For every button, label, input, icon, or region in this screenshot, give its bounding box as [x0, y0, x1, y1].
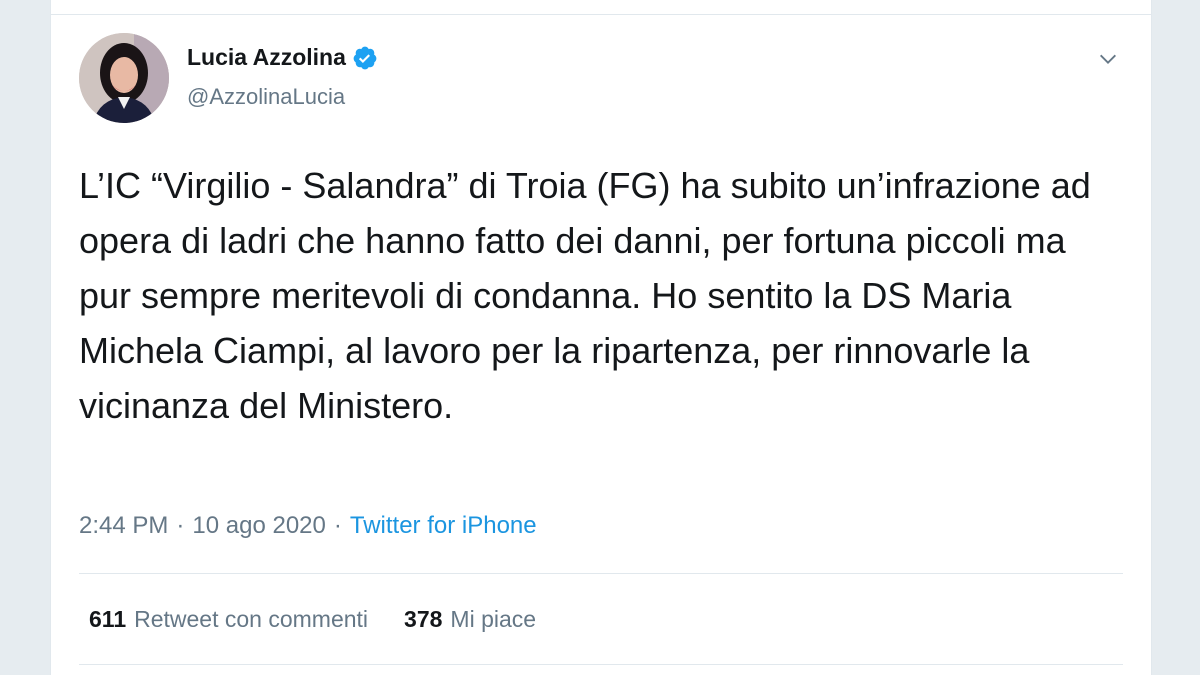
likes-label: Mi piace [450, 606, 537, 632]
retweets-count: 611 [89, 606, 127, 632]
likes-count: 378 [404, 606, 443, 632]
name-row: Lucia Azzolina [187, 44, 378, 71]
stats-divider-top [79, 573, 1123, 574]
user-handle[interactable]: @AzzolinaLucia [187, 84, 345, 110]
tweet-date[interactable]: 10 ago 2020 [192, 512, 325, 540]
likes-stat[interactable]: 378 Mi piace [404, 606, 536, 633]
tweet-stats: 611 Retweet con commenti 378 Mi piace [89, 606, 536, 633]
profile-photo-icon [79, 33, 169, 123]
tweet-card: Lucia Azzolina @AzzolinaLucia L’IC “Virg… [50, 0, 1152, 675]
stats-divider-bottom [79, 664, 1123, 665]
meta-separator: · [176, 512, 185, 539]
tweet-time[interactable]: 2:44 PM [79, 512, 168, 540]
tweet-meta: 2:44 PM · 10 ago 2020 · Twitter for iPho… [79, 512, 537, 540]
tweet-source-link[interactable]: Twitter for iPhone [350, 512, 537, 540]
retweets-label: Retweet con commenti [134, 606, 369, 632]
tweet-text: L’IC “Virgilio - Salandra” di Troia (FG)… [79, 165, 1101, 426]
chevron-down-icon[interactable] [1097, 48, 1119, 70]
avatar[interactable] [79, 33, 169, 123]
meta-separator: · [333, 512, 342, 539]
retweets-stat[interactable]: 611 Retweet con commenti [89, 606, 368, 633]
display-name[interactable]: Lucia Azzolina [187, 44, 346, 71]
verified-badge-icon [353, 46, 377, 69]
top-divider [51, 14, 1151, 15]
